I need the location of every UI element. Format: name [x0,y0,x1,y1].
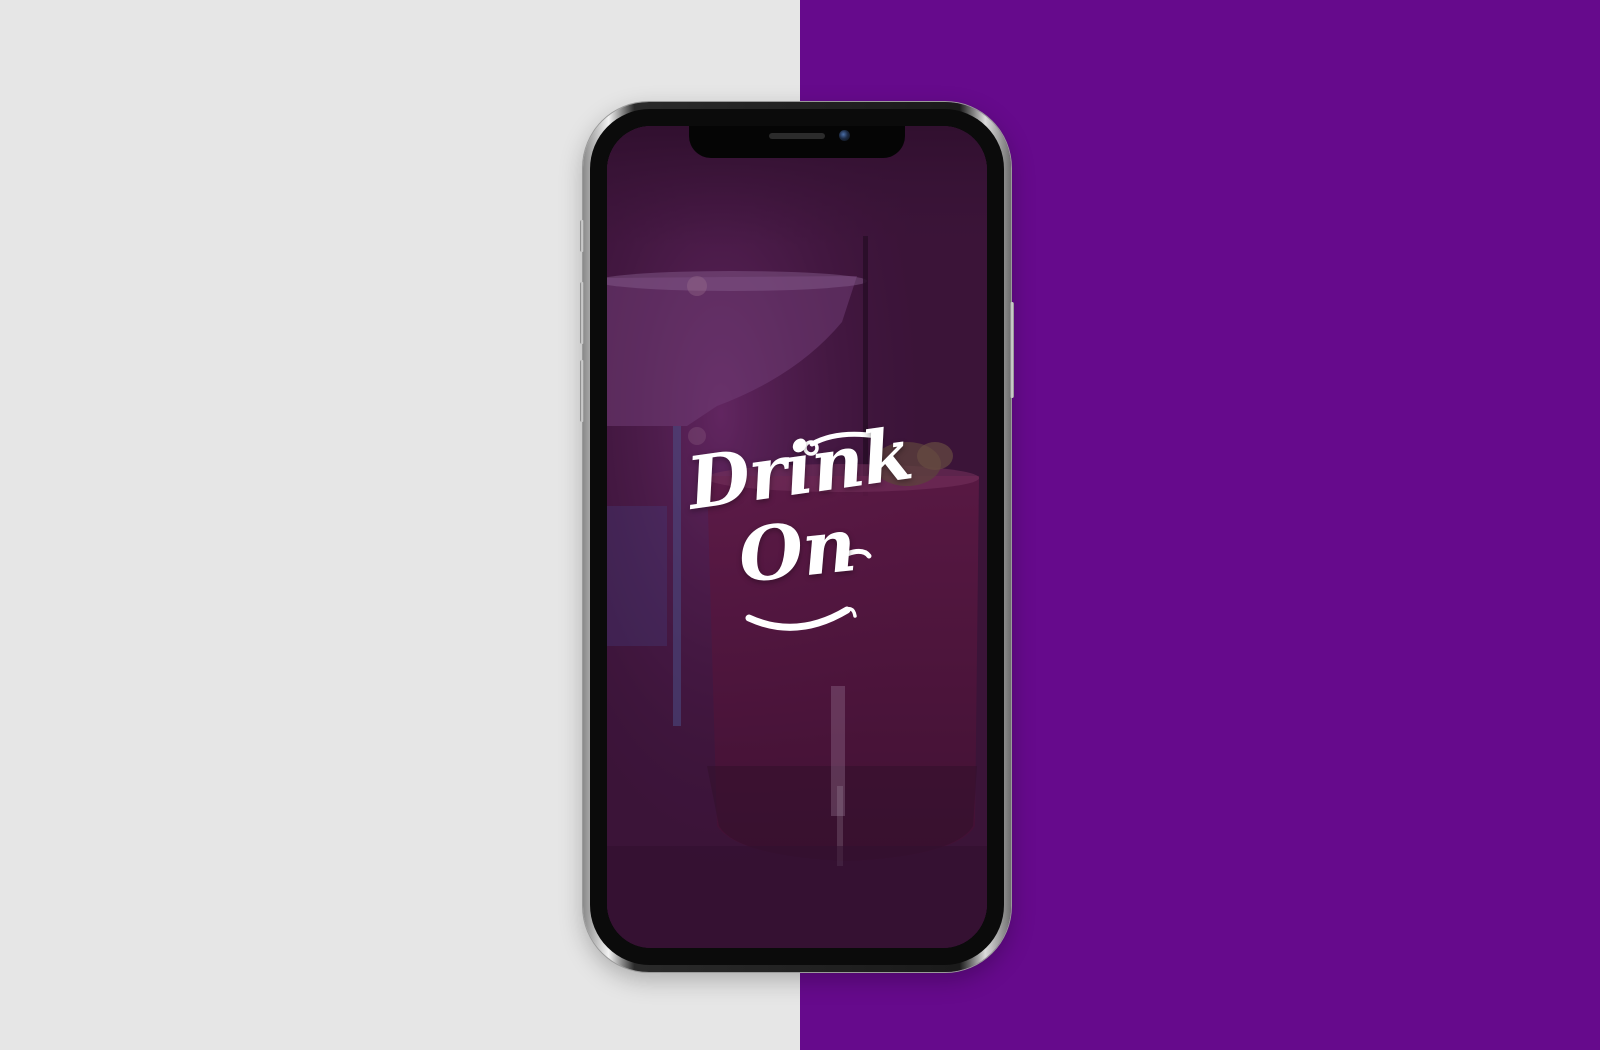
volume-up-button [580,282,584,344]
silent-switch [580,220,584,252]
drink-on-logo: Drink On [682,410,917,636]
front-camera [839,130,850,141]
volume-down-button [580,360,584,422]
phone-frame: Drink On [580,102,1014,972]
earpiece-speaker [769,133,825,139]
power-button [1010,302,1014,398]
splash-screen[interactable]: Drink On [607,126,987,948]
phone-notch [689,126,905,158]
mockup-stage: Drink On [0,0,1600,1050]
